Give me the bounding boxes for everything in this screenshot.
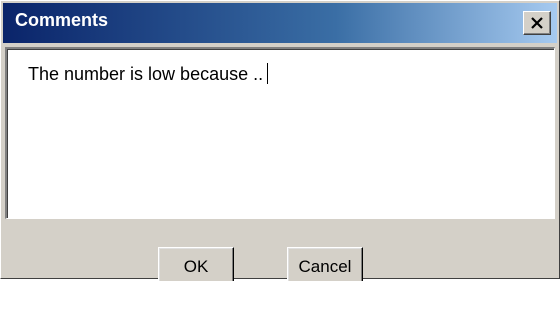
comment-textarea[interactable]: The number is low because .. bbox=[5, 47, 555, 219]
comment-text: The number is low because .. bbox=[28, 64, 264, 84]
title-bar[interactable]: Comments bbox=[3, 3, 557, 43]
close-icon bbox=[531, 17, 543, 29]
comments-dialog: Comments The number is low because .. OK… bbox=[0, 0, 560, 287]
dialog-title: Comments bbox=[15, 10, 109, 30]
text-caret bbox=[267, 63, 269, 84]
comment-text-line: The number is low because .. bbox=[28, 63, 269, 85]
close-button[interactable] bbox=[523, 11, 551, 35]
background-strip bbox=[0, 281, 560, 311]
